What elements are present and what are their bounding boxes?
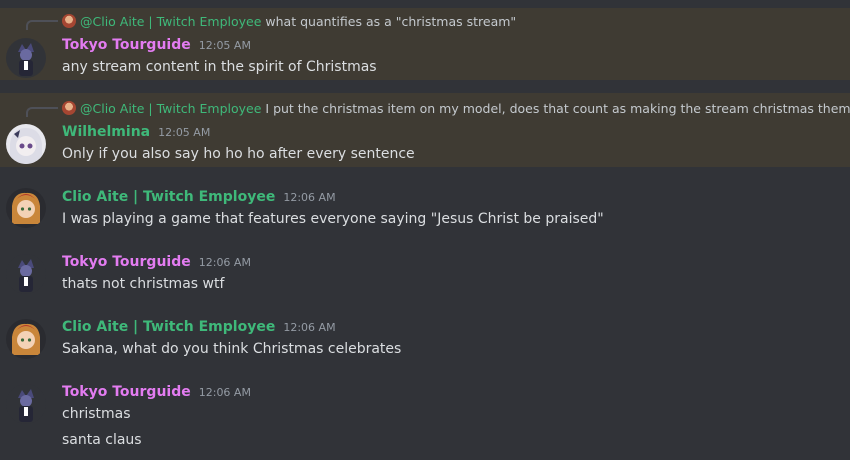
reply-spine [26, 107, 58, 117]
reply-avatar [62, 101, 76, 115]
timestamp: 12:05 AM [158, 126, 211, 139]
message[interactable]: @Clio Aite | Twitch Employee what quanti… [0, 8, 850, 80]
message[interactable]: Tokyo Tourguide 12:06 AM thats not christ… [0, 246, 850, 304]
author-name[interactable]: Clio Aite | Twitch Employee [62, 189, 275, 205]
avatar-clio-aite[interactable] [6, 188, 46, 228]
username[interactable]: Clio Aite | Twitch Employee 12:06 AM [62, 189, 336, 205]
avatar-tokyo-tourguide[interactable] [6, 384, 46, 424]
message-text: I was playing a game that features every… [62, 211, 604, 227]
message-text: Only if you also say ho ho ho after ever… [62, 146, 415, 162]
timestamp: 12:06 AM [283, 321, 336, 334]
message-text: christmas [62, 406, 131, 422]
message[interactable]: Clio Aite | Twitch Employee 12:06 AM Saka… [0, 311, 850, 369]
timestamp: 12:06 AM [198, 256, 251, 269]
reply-text: I put the christmas item on my model, do… [265, 101, 850, 116]
author-name[interactable]: Tokyo Tourguide [62, 37, 191, 53]
username[interactable]: Wilhelmina 12:05 AM [62, 124, 210, 140]
message-text: thats not christmas wtf [62, 276, 225, 292]
message[interactable]: @Clio Aite | Twitch Employee I put the c… [0, 93, 850, 167]
timestamp: 12:05 AM [198, 39, 251, 52]
username[interactable]: Tokyo Tourguide 12:05 AM [62, 37, 251, 53]
avatar-wilhelmina[interactable] [6, 124, 46, 164]
reply-username[interactable]: @Clio Aite | Twitch Employee [80, 101, 261, 116]
reply-preview[interactable]: @Clio Aite | Twitch Employee what quanti… [62, 14, 516, 29]
reply-text: what quantifies as a "christmas stream" [265, 14, 517, 29]
reply-preview[interactable]: @Clio Aite | Twitch Employee I put the c… [62, 101, 850, 116]
message-text: Sakana, what do you think Christmas cele… [62, 341, 402, 357]
avatar-clio-aite[interactable] [6, 319, 46, 359]
username[interactable]: Clio Aite | Twitch Employee 12:06 AM [62, 319, 336, 335]
timestamp: 12:06 AM [283, 191, 336, 204]
reply-avatar [62, 14, 76, 28]
reply-spine [26, 20, 58, 30]
author-name[interactable]: Clio Aite | Twitch Employee [62, 319, 275, 335]
message-text: any stream content in the spirit of Chri… [62, 59, 377, 75]
author-name[interactable]: Tokyo Tourguide [62, 384, 191, 400]
username[interactable]: Tokyo Tourguide 12:06 AM [62, 384, 251, 400]
author-name[interactable]: Wilhelmina [62, 124, 150, 140]
timestamp: 12:06 AM [198, 386, 251, 399]
reply-username[interactable]: @Clio Aite | Twitch Employee [80, 14, 261, 29]
avatar-tokyo-tourguide[interactable] [6, 254, 46, 294]
message[interactable]: Tokyo Tourguide 12:06 AM christmas santa … [0, 376, 850, 460]
username[interactable]: Tokyo Tourguide 12:06 AM [62, 254, 251, 270]
message[interactable]: Clio Aite | Twitch Employee 12:06 AM I wa… [0, 180, 850, 238]
avatar-tokyo-tourguide[interactable] [6, 38, 46, 78]
author-name[interactable]: Tokyo Tourguide [62, 254, 191, 270]
message-text: santa claus [62, 432, 142, 448]
